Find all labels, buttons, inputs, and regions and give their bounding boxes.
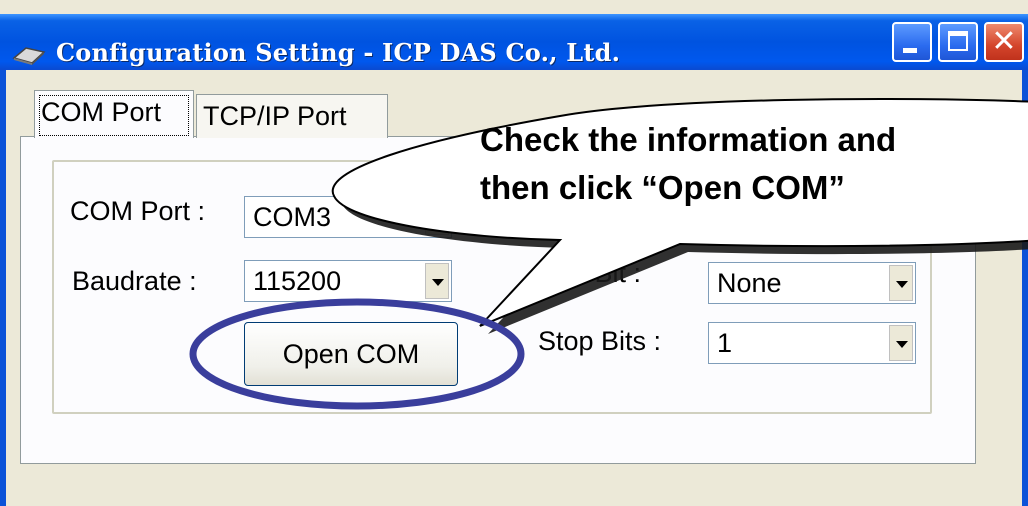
app-icon <box>12 47 46 65</box>
configuration-window: Configuration Setting - ICP DAS Co., Ltd… <box>0 0 1028 506</box>
callout-line-2: then click “Open COM” <box>480 169 845 206</box>
stop-bits-value: 1 <box>717 328 733 358</box>
callout-line-1: Check the information and <box>480 121 897 158</box>
chevron-down-icon[interactable] <box>889 325 913 361</box>
com-port-value: COM3 <box>253 202 332 232</box>
com-port-label: COM Port : <box>70 196 206 226</box>
title-bar[interactable]: Configuration Setting - ICP DAS Co., Ltd… <box>0 14 1028 70</box>
open-com-button[interactable]: Open COM <box>244 322 458 386</box>
parity-bit-value: None <box>717 268 782 298</box>
close-icon: ✕ <box>991 25 1017 58</box>
callout-text: Check the information and then click “Op… <box>480 116 1000 212</box>
com-port-select[interactable]: COM3 <box>244 196 452 238</box>
minimize-icon <box>903 48 917 53</box>
data-bits-select[interactable] <box>708 212 916 246</box>
chevron-down-icon[interactable] <box>889 265 913 301</box>
tab-com-port[interactable]: COM Port <box>34 90 194 138</box>
maximize-button[interactable] <box>938 22 978 62</box>
maximize-icon <box>948 31 968 51</box>
parity-bit-label: ity Bit : <box>560 258 642 288</box>
window-border-left <box>0 70 6 506</box>
baudrate-label: Baudrate : <box>72 266 197 296</box>
chevron-down-icon[interactable] <box>425 199 449 235</box>
focus-rectangle <box>39 95 189 136</box>
window-border-right <box>1022 70 1028 506</box>
stop-bits-select[interactable]: 1 <box>708 322 916 364</box>
baudrate-select[interactable]: 115200 <box>244 260 452 302</box>
chevron-down-icon[interactable] <box>425 263 449 299</box>
parity-bit-select[interactable]: None <box>708 262 916 304</box>
tab-tcp-ip-port-label: TCP/IP Port <box>203 101 347 131</box>
chevron-down-icon[interactable] <box>889 215 913 243</box>
stop-bits-label: Stop Bits : <box>538 326 662 356</box>
tab-tcp-ip-port[interactable]: TCP/IP Port <box>196 94 388 138</box>
close-button[interactable]: ✕ <box>984 22 1024 62</box>
baudrate-value: 115200 <box>253 266 342 296</box>
window-title: Configuration Setting - ICP DAS Co., Ltd… <box>56 38 621 67</box>
minimize-button[interactable] <box>892 22 932 62</box>
